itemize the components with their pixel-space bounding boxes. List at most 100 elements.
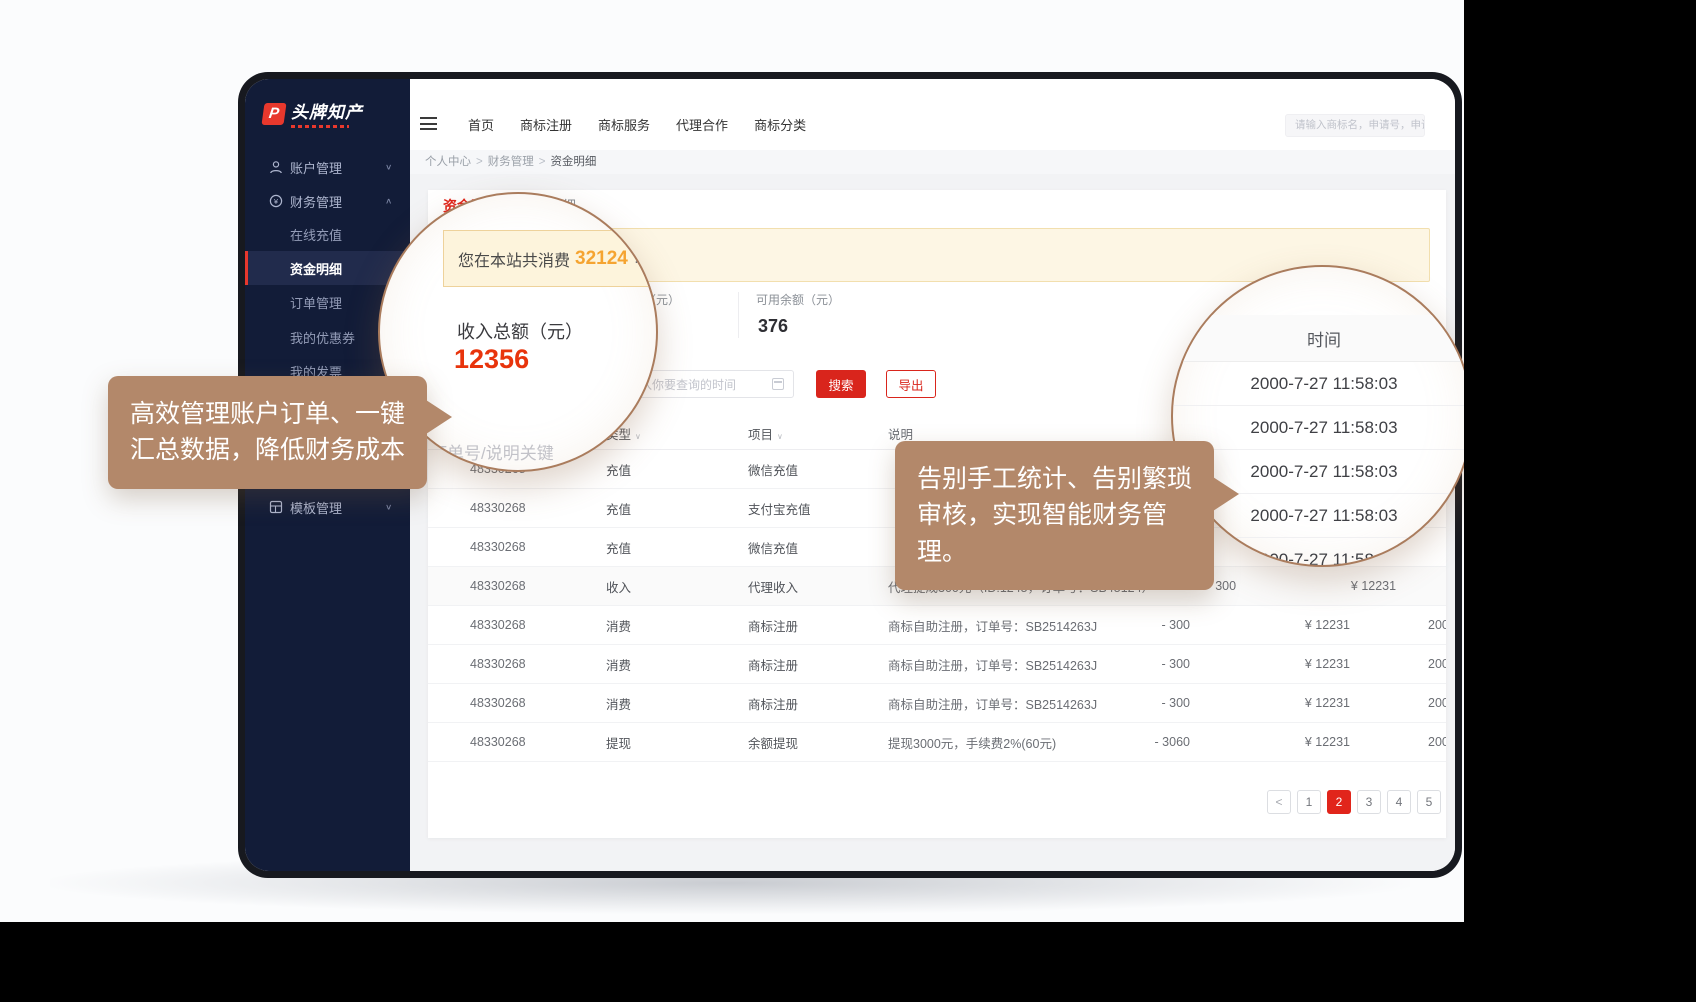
pagination-page-2-active[interactable]: 2 [1327, 790, 1351, 814]
chevron-down-icon: ∨ [385, 163, 392, 172]
nav-trademark-register[interactable]: 商标注册 [520, 115, 572, 134]
sidebar-item-label: 订单管理 [290, 293, 342, 312]
sort-caret-icon: ∨ [635, 432, 641, 441]
table-row[interactable]: 48330268 提现 余额提现 提现3000元，手续费2%(60元) - 30… [428, 723, 1446, 762]
cell-time: 2000-7-27 11:58:03 [1428, 657, 1446, 671]
lens-banner-tail: 7 [633, 250, 642, 268]
callout-left-line1: 高效管理账户订单、一键 [130, 396, 405, 432]
cell-desc: 商标自助注册，订单号：SB2514263J [888, 616, 1108, 635]
logo-icon: P [261, 103, 286, 125]
cell-type: 消费 [606, 694, 748, 713]
lens-time-cell: 2000-7-27 11:58:03 [1173, 362, 1464, 406]
cell-time: 2000-7-27 11:58:03 [1428, 618, 1446, 632]
sidebar-item-templates[interactable]: 模板管理 ∨ [245, 490, 410, 524]
cell-time: 2000-7-27 11:58:03 [1428, 696, 1446, 710]
sidebar-item-finance[interactable]: ¥ 财务管理 ∧ [245, 184, 410, 218]
screenshot-canvas: P 头牌知产 账户管理 ∨ [0, 0, 1696, 1002]
sidebar-item-label: 在线充值 [290, 225, 342, 244]
cell-balance: ¥ 12231 [1190, 696, 1350, 710]
cell-project: 商标注册 [748, 694, 888, 713]
breadcrumb: 个人中心 > 财务管理 > 资金明细 [410, 150, 1455, 174]
cell-amount: - 3060 [1108, 735, 1190, 749]
cell-order: 48330268 [428, 618, 606, 632]
cell-project: 余额提现 [748, 733, 888, 752]
global-search-input[interactable]: 请输入商标名，申请号，申请人 [1285, 114, 1425, 137]
sidebar-item-label: 财务管理 [290, 192, 342, 211]
table-row[interactable]: 48330268 消费 商标注册 商标自助注册，订单号：SB2514263J -… [428, 606, 1446, 645]
cell-balance: ¥ 12231 [1236, 579, 1396, 593]
callout-right-line1: 告别手工统计、告别繁琐 [917, 461, 1192, 497]
sidebar-item-label: 账户管理 [290, 158, 342, 177]
sidebar-item-label: 我的优惠券 [290, 328, 355, 347]
available-balance-value: 376 [758, 316, 788, 337]
sidebar-item-label: 模板管理 [290, 498, 342, 517]
callout-arrow-right-icon [426, 400, 452, 434]
cell-time: 2000-7-27 11:58:03 [1428, 735, 1446, 749]
nav-home[interactable]: 首页 [468, 115, 494, 134]
chevron-down-icon: ∨ [385, 503, 392, 512]
hamburger-menu-icon[interactable] [420, 117, 437, 130]
nav-agent-cooperation[interactable]: 代理合作 [676, 115, 728, 134]
table-row[interactable]: 48330268 消费 商标注册 商标自助注册，订单号：SB2514263J -… [428, 684, 1446, 723]
cell-balance: ¥ 12231 [1190, 657, 1350, 671]
cell-order: 48330268 [428, 735, 606, 749]
breadcrumb-current: 资金明细 [550, 156, 596, 168]
cell-desc: 提现3000元，手续费2%(60元) [888, 733, 1108, 752]
cell-type: 收入 [606, 577, 748, 596]
top-navbar: 首页 商标注册 商标服务 代理合作 商标分类 请输入商标名，申请号，申请人 [410, 79, 1455, 150]
header-project[interactable]: 项目∨ [748, 424, 888, 443]
logo[interactable]: P 头牌知产 [263, 103, 363, 128]
cell-type: 充值 [606, 538, 748, 557]
cell-project: 支付宝充值 [748, 499, 888, 518]
sidebar-item-online-recharge[interactable]: 在线充值 [245, 217, 410, 251]
table-row[interactable]: 48330268 消费 商标注册 商标自助注册，订单号：SB2514263J -… [428, 645, 1446, 684]
breadcrumb-separator: > [539, 156, 546, 168]
pagination: < 1 2 3 4 5 [1267, 790, 1441, 814]
lens-banner-prefix: 您在本站共消费 [458, 247, 570, 271]
sort-caret-icon: ∨ [777, 432, 783, 441]
lens-banner-magnified: 您在本站共消费 32124 7 [443, 230, 658, 287]
callout-left-line2: 汇总数据，降低财务成本 [130, 432, 405, 468]
pagination-page-1[interactable]: 1 [1297, 790, 1321, 814]
export-button[interactable]: 导出 [886, 370, 936, 398]
breadcrumb-item[interactable]: 个人中心 [425, 156, 471, 168]
lens-banner-amount: 32124 [575, 248, 628, 270]
template-grid-icon [268, 500, 283, 515]
nav-trademark-service[interactable]: 商标服务 [598, 115, 650, 134]
logo-text: 头牌知产 [291, 103, 363, 123]
cell-order: 48330268 [428, 579, 606, 593]
nav-trademark-category[interactable]: 商标分类 [754, 115, 806, 134]
available-balance-label: 可用余额（元） [756, 291, 840, 308]
breadcrumb-item[interactable]: 财务管理 [488, 156, 534, 168]
calendar-icon[interactable] [772, 378, 784, 390]
cell-order: 48330268 [428, 696, 606, 710]
pagination-page-3[interactable]: 3 [1357, 790, 1381, 814]
search-button[interactable]: 搜索 [816, 370, 866, 398]
cell-desc: 商标自助注册，订单号：SB2514263J [888, 694, 1108, 713]
cell-project: 商标注册 [748, 655, 888, 674]
breadcrumb-separator: > [476, 156, 483, 168]
cell-amount: - 300 [1108, 696, 1190, 710]
sidebar-item-fund-details[interactable]: 资金明细 [245, 251, 410, 285]
lens-time-cell: 2000-7-27 11:58:03 [1173, 406, 1464, 450]
finance-yen-icon: ¥ [268, 194, 283, 209]
callout-right-line2: 审核，实现智能财务管 [917, 497, 1192, 533]
lens-keyword-placeholder: 订单号/说明关键 [430, 439, 554, 464]
callout-right-line3: 理。 [917, 534, 1192, 570]
cell-project: 代理收入 [748, 577, 888, 596]
sidebar-item-label: 资金明细 [290, 259, 342, 278]
callout-arrow-right-icon [1213, 477, 1239, 511]
header-type[interactable]: 类型∨ [606, 424, 748, 443]
pagination-page-5[interactable]: 5 [1417, 790, 1441, 814]
svg-text:¥: ¥ [273, 197, 278, 206]
cell-balance: ¥ 12231 [1190, 735, 1350, 749]
cell-amount: - 300 [1108, 618, 1190, 632]
lens-time-column-header: 时间 [1173, 315, 1464, 362]
pagination-prev-button[interactable]: < [1267, 790, 1291, 814]
cell-order: 48330268 [428, 501, 606, 515]
cell-type: 提现 [606, 733, 748, 752]
pagination-page-4[interactable]: 4 [1387, 790, 1411, 814]
cell-project: 微信充值 [748, 538, 888, 557]
chevron-up-icon: ∧ [385, 197, 392, 206]
sidebar-item-account[interactable]: 账户管理 ∨ [245, 150, 410, 184]
